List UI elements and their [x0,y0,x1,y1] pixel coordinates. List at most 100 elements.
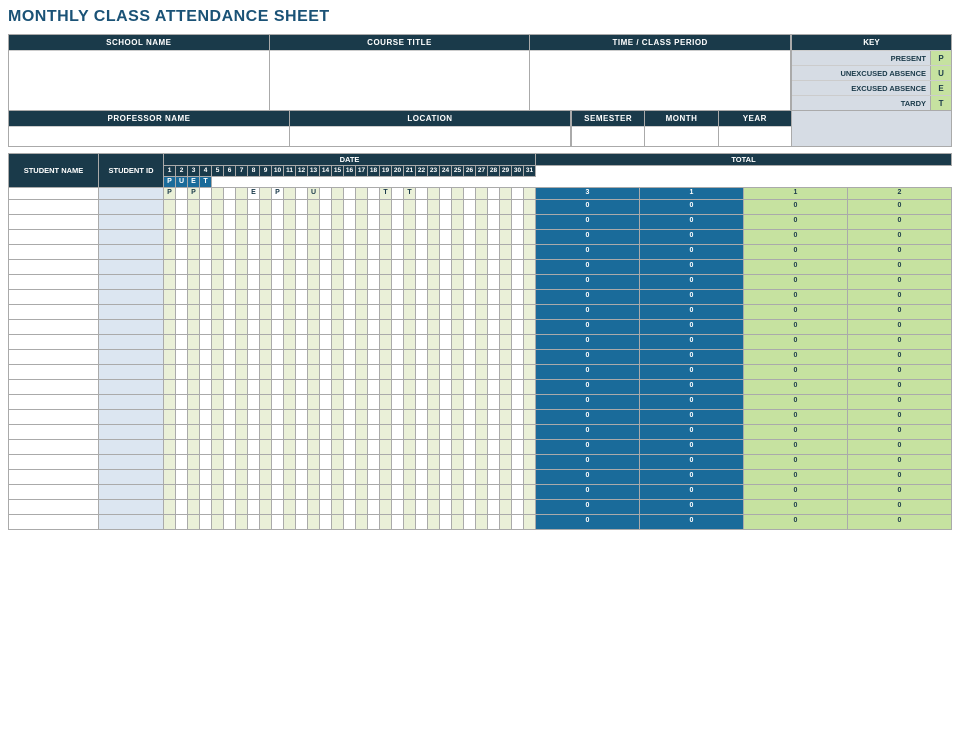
date-entry-cell[interactable] [428,334,440,349]
date-entry-cell[interactable] [260,379,272,394]
student-id-cell[interactable] [99,244,164,259]
date-entry-cell[interactable] [200,439,212,454]
date-entry-cell[interactable] [248,334,260,349]
date-entry-cell[interactable] [296,214,308,229]
date-entry-cell[interactable] [368,334,380,349]
date-entry-cell[interactable] [380,199,392,214]
date-entry-cell[interactable] [344,439,356,454]
date-entry-cell[interactable] [452,439,464,454]
date-entry-cell[interactable] [428,514,440,529]
date-entry-cell[interactable] [488,304,500,319]
date-entry-cell[interactable] [524,188,536,199]
date-entry-cell[interactable] [464,439,476,454]
time-period-value[interactable] [530,50,790,70]
date-entry-cell[interactable] [176,454,188,469]
date-entry-cell[interactable] [344,319,356,334]
date-entry-cell[interactable] [260,394,272,409]
date-entry-cell[interactable] [164,349,176,364]
date-entry-cell[interactable]: P [188,188,200,199]
date-entry-cell[interactable] [416,244,428,259]
date-entry-cell[interactable] [212,364,224,379]
date-entry-cell[interactable] [440,199,452,214]
date-entry-cell[interactable] [308,499,320,514]
date-entry-cell[interactable] [368,274,380,289]
student-name-cell[interactable] [9,274,99,289]
date-entry-cell[interactable] [404,514,416,529]
date-entry-cell[interactable] [248,364,260,379]
date-entry-cell[interactable] [236,454,248,469]
date-entry-cell[interactable] [524,259,536,274]
date-entry-cell[interactable] [524,454,536,469]
date-entry-cell[interactable] [392,244,404,259]
date-entry-cell[interactable] [164,469,176,484]
student-name-cell[interactable] [9,439,99,454]
date-entry-cell[interactable] [236,229,248,244]
date-entry-cell[interactable] [380,454,392,469]
date-entry-cell[interactable] [356,274,368,289]
date-entry-cell[interactable] [512,319,524,334]
student-name-cell[interactable] [9,244,99,259]
date-entry-cell[interactable] [188,499,200,514]
date-entry-cell[interactable] [248,469,260,484]
date-entry-cell[interactable] [320,349,332,364]
date-entry-cell[interactable] [512,229,524,244]
date-entry-cell[interactable] [248,484,260,499]
date-entry-cell[interactable] [176,364,188,379]
date-entry-cell[interactable] [416,289,428,304]
date-entry-cell[interactable] [284,499,296,514]
date-entry-cell[interactable] [164,499,176,514]
date-entry-cell[interactable] [452,424,464,439]
date-entry-cell[interactable] [512,199,524,214]
date-entry-cell[interactable] [188,349,200,364]
date-entry-cell[interactable] [212,289,224,304]
date-entry-cell[interactable] [320,469,332,484]
date-entry-cell[interactable] [164,334,176,349]
date-entry-cell[interactable] [380,244,392,259]
date-entry-cell[interactable] [284,229,296,244]
date-entry-cell[interactable] [260,214,272,229]
date-entry-cell[interactable] [332,244,344,259]
date-entry-cell[interactable] [392,199,404,214]
date-entry-cell[interactable] [212,349,224,364]
date-entry-cell[interactable] [164,424,176,439]
date-entry-cell[interactable] [236,364,248,379]
date-entry-cell[interactable] [344,229,356,244]
date-entry-cell[interactable] [320,244,332,259]
date-entry-cell[interactable] [452,454,464,469]
school-name-value[interactable] [9,50,269,70]
date-entry-cell[interactable] [476,334,488,349]
date-entry-cell[interactable] [188,514,200,529]
student-name-cell[interactable] [9,304,99,319]
date-entry-cell[interactable] [320,394,332,409]
date-entry-cell[interactable] [392,274,404,289]
student-id-cell[interactable] [99,409,164,424]
date-entry-cell[interactable] [464,469,476,484]
date-entry-cell[interactable] [176,304,188,319]
date-entry-cell[interactable] [296,304,308,319]
date-entry-cell[interactable] [176,334,188,349]
date-entry-cell[interactable] [512,304,524,319]
date-entry-cell[interactable] [344,394,356,409]
date-entry-cell[interactable]: T [380,188,392,199]
date-entry-cell[interactable] [224,229,236,244]
date-entry-cell[interactable] [464,199,476,214]
date-entry-cell[interactable] [500,289,512,304]
date-entry-cell[interactable] [392,424,404,439]
date-entry-cell[interactable] [272,454,284,469]
date-entry-cell[interactable] [344,484,356,499]
date-entry-cell[interactable] [452,319,464,334]
student-id-cell[interactable] [99,274,164,289]
date-entry-cell[interactable] [200,289,212,304]
date-entry-cell[interactable] [248,439,260,454]
student-name-cell[interactable] [9,289,99,304]
date-entry-cell[interactable] [512,289,524,304]
date-entry-cell[interactable] [416,214,428,229]
date-entry-cell[interactable] [428,289,440,304]
date-entry-cell[interactable] [368,199,380,214]
date-entry-cell[interactable] [296,499,308,514]
date-entry-cell[interactable] [248,199,260,214]
date-entry-cell[interactable] [320,499,332,514]
date-entry-cell[interactable] [212,514,224,529]
date-entry-cell[interactable] [296,484,308,499]
date-entry-cell[interactable] [260,409,272,424]
